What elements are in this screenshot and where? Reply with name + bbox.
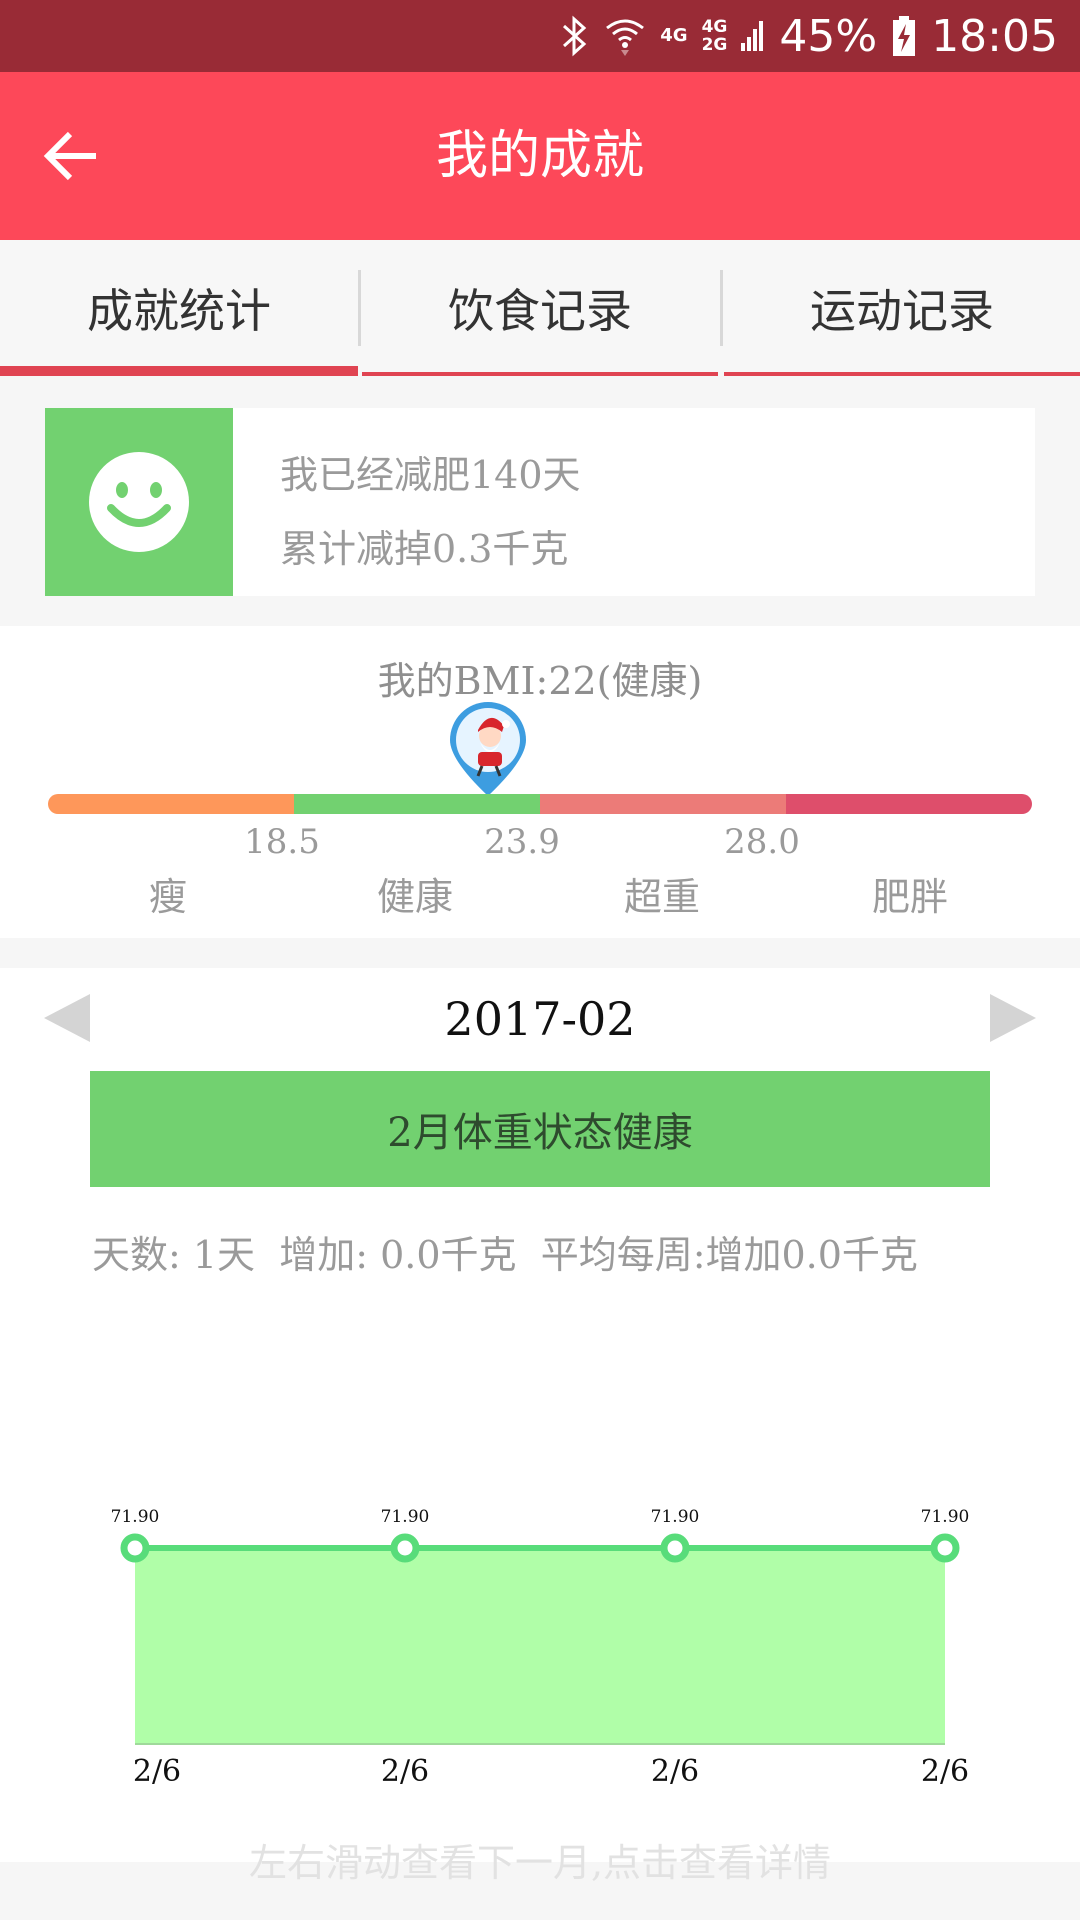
tab-label: 成就统计 — [87, 284, 271, 338]
weight-chart[interactable]: 71.90 2/6 71.90 2/6 71.90 2/6 71.90 2/6 — [0, 968, 1080, 1862]
tab-separator — [720, 270, 723, 346]
chart-x-tick-label: 2/6 — [921, 1754, 969, 1789]
bmi-title: 我的BMI:22(健康) — [377, 659, 703, 703]
signal-icon — [741, 21, 764, 51]
tab-achievement-stats[interactable]: 成就统计 — [0, 240, 358, 376]
tab-active-indicator — [0, 366, 358, 376]
tab-exercise-record[interactable]: 运动记录 — [724, 240, 1080, 376]
swipe-hint: 左右滑动查看下一月,点击查看详情 — [248, 1841, 832, 1885]
bmi-scale-bar — [48, 794, 1032, 814]
battery-charging-icon — [893, 16, 916, 56]
santa-marker-icon — [450, 702, 526, 796]
chart-data-label: 71.90 — [651, 1507, 700, 1527]
chart-data-point[interactable] — [120, 1533, 150, 1563]
bmi-tick-label: 18.5 — [244, 822, 320, 862]
chart-data-point[interactable] — [930, 1533, 960, 1563]
bmi-segment-obese — [786, 794, 1032, 814]
chart-data-point[interactable] — [660, 1533, 690, 1563]
tab-label: 运动记录 — [810, 284, 994, 338]
network-4g-label: 4G — [660, 25, 688, 46]
bmi-category-label: 健康 — [376, 875, 454, 919]
tab-bar: 成就统计 饮食记录 运动记录 — [0, 240, 1080, 376]
bmi-section: 我的BMI:22(健康) 18.5 23.9 28.0 瘦 健康 超重 肥胖 — [0, 626, 1080, 938]
bluetooth-icon — [563, 15, 587, 57]
chart-x-tick-label: 2/6 — [381, 1754, 429, 1789]
wifi-icon — [606, 19, 645, 56]
bmi-segment-underweight — [48, 794, 294, 814]
monthly-weight-section[interactable]: 2017-02 2月体重状态健康 天数: 1天 增加: 0.0千克 平均每周:增… — [0, 968, 1080, 1885]
bmi-segment-healthy — [294, 794, 540, 814]
chart-area-fill — [135, 1548, 945, 1744]
smiley-icon — [89, 452, 189, 552]
tab-label: 饮食记录 — [448, 284, 632, 338]
bmi-tick-label: 23.9 — [484, 822, 560, 862]
status-bar: 4G 4G 2G 45% 18:05 — [0, 0, 1080, 72]
bmi-category-label: 超重 — [623, 875, 701, 919]
bmi-tick-label: 28.0 — [724, 822, 800, 862]
chart-data-label: 71.90 — [381, 1507, 430, 1527]
achievement-card: 我已经减肥140天 累计减掉0.3千克 — [45, 408, 1035, 596]
network-top-label: 4G — [701, 17, 728, 37]
bmi-category-label: 瘦 — [148, 875, 188, 919]
bmi-segment-overweight — [540, 794, 786, 814]
weight-lost: 累计减掉0.3千克 — [280, 527, 569, 571]
bmi-category-label: 肥胖 — [871, 875, 949, 919]
clock-time: 18:05 — [931, 10, 1058, 62]
chart-data-label: 71.90 — [921, 1507, 970, 1527]
chart-x-tick-label: 2/6 — [651, 1754, 699, 1789]
app-bar: 我的成就 — [0, 72, 1080, 240]
network-bottom-label: 2G — [701, 35, 728, 55]
smiley-badge — [45, 408, 233, 596]
battery-percent: 45% — [779, 10, 878, 62]
days-on-diet: 我已经减肥140天 — [280, 453, 581, 497]
network-4g2g-label: 4G 2G — [702, 18, 728, 54]
chart-data-label: 71.90 — [111, 1507, 160, 1527]
chart-data-point[interactable] — [390, 1533, 420, 1563]
tab-diet-record[interactable]: 饮食记录 — [362, 240, 718, 376]
tab-separator — [358, 270, 361, 346]
tab-underline — [724, 372, 1080, 376]
tab-underline — [362, 372, 718, 376]
page-title: 我的成就 — [435, 126, 644, 186]
chart-x-tick-label: 2/6 — [133, 1754, 181, 1789]
